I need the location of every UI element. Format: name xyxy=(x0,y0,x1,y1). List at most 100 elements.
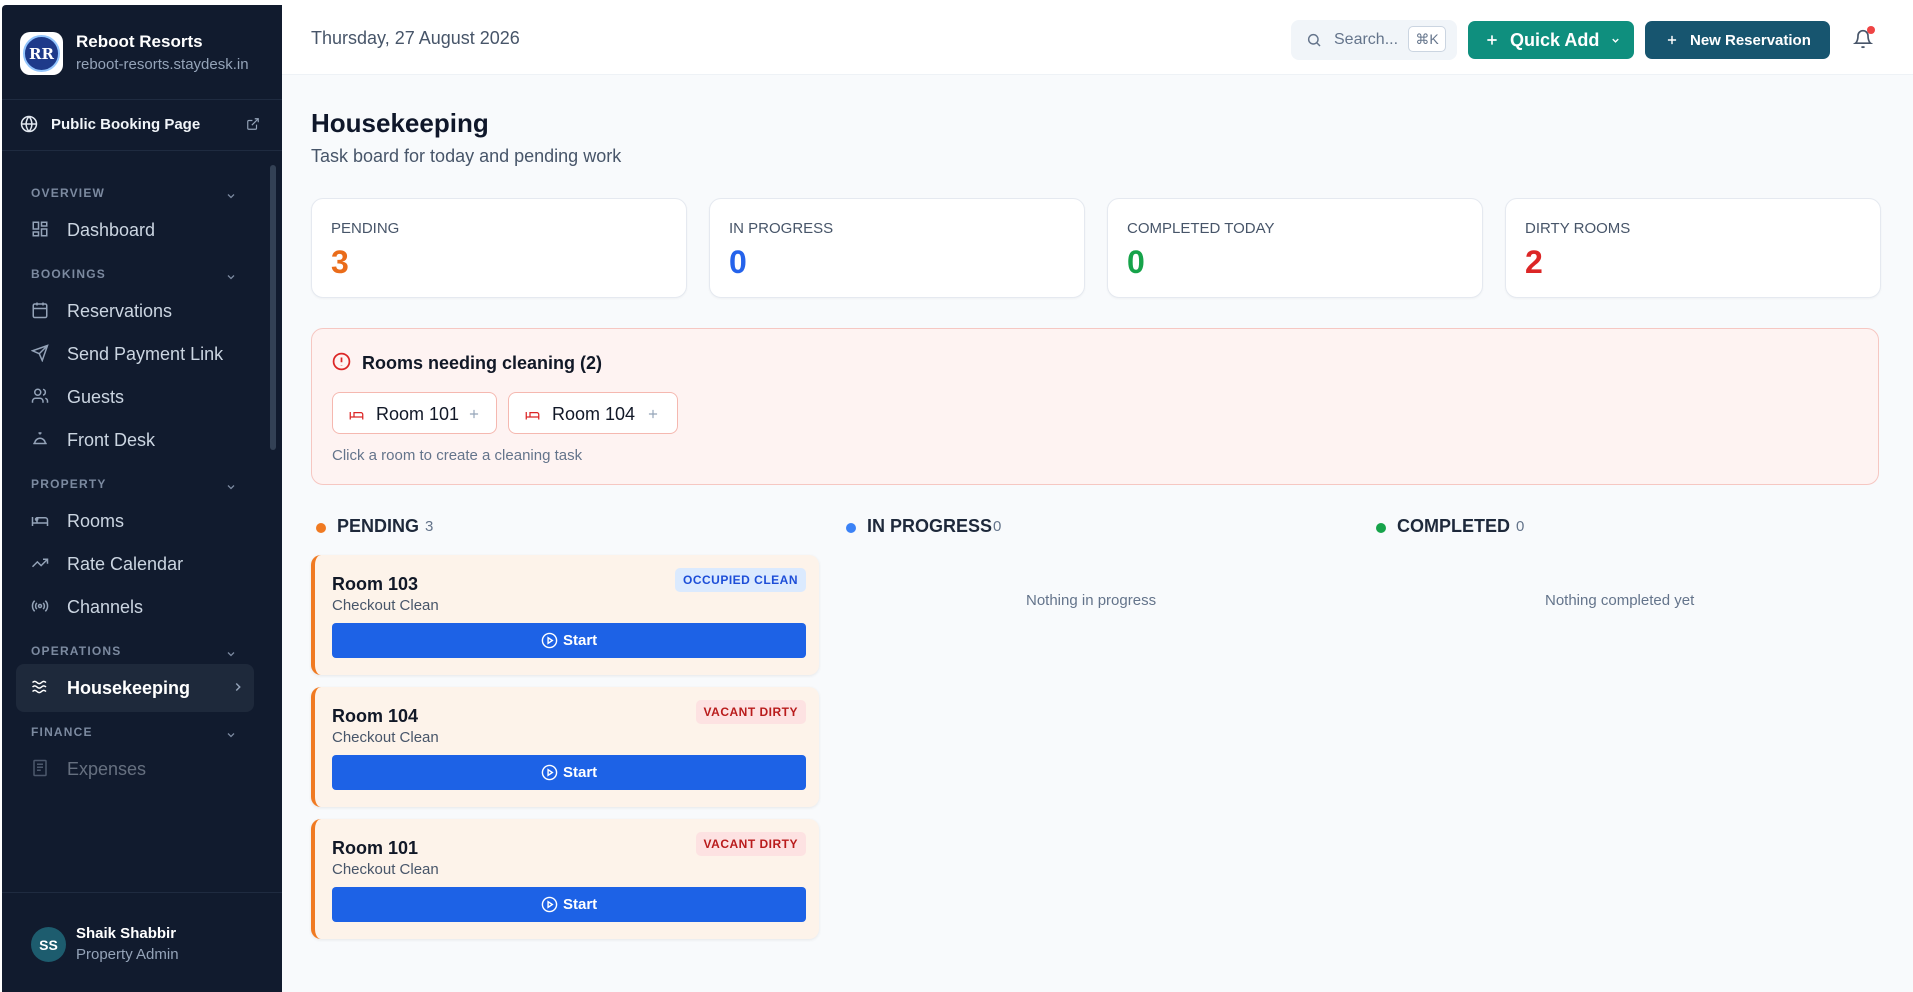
dashboard-icon xyxy=(32,221,48,237)
page-subtitle: Task board for today and pending work xyxy=(311,146,622,166)
top-bar: Thursday, 27 August 2026 Search... ⌘K Qu… xyxy=(282,5,1913,75)
plus-icon xyxy=(1487,35,1497,45)
search-icon xyxy=(1307,33,1321,47)
sidebar-item-label: Rate Calendar xyxy=(67,554,184,574)
sidebar-item-channels[interactable]: Channels xyxy=(16,583,254,631)
task-room: Room 101 xyxy=(332,838,419,858)
external-link-icon[interactable] xyxy=(246,117,260,131)
room-chip-label: Room 104 xyxy=(552,404,636,424)
sidebar-item-label: Front Desk xyxy=(67,430,156,450)
chevron-down-icon[interactable] xyxy=(225,729,237,741)
page-title: Housekeeping xyxy=(311,108,489,138)
trending-up-icon xyxy=(31,558,49,568)
bed-icon xyxy=(349,412,364,420)
plus-icon xyxy=(648,409,658,419)
quick-add-label: Quick Add xyxy=(1510,30,1600,50)
radio-waves-icon xyxy=(31,600,49,612)
search-placeholder: Search... xyxy=(1334,31,1399,48)
start-button[interactable]: Start xyxy=(332,623,806,658)
stat-label: DIRTY ROOMS xyxy=(1525,220,1631,237)
stat-label: COMPLETED TODAY xyxy=(1127,220,1275,237)
task-room: Room 104 xyxy=(332,706,419,726)
sidebar: RR Reboot Resorts reboot-resorts.staydes… xyxy=(2,5,282,992)
play-circle-icon xyxy=(541,764,558,781)
task-card[interactable]: Room 101 Checkout Clean VACANT DIRTY Sta… xyxy=(311,819,819,939)
alert-title: Rooms needing cleaning (2) xyxy=(362,353,603,373)
sidebar-item-rate-calendar[interactable]: Rate Calendar xyxy=(16,540,254,588)
sidebar-item-reservations[interactable]: Reservations xyxy=(16,287,254,335)
users-icon xyxy=(31,388,49,403)
bed-icon xyxy=(31,517,49,526)
sidebar-item-expenses[interactable]: Expenses xyxy=(16,745,254,793)
task-card[interactable]: Room 104 Checkout Clean VACANT DIRTY Sta… xyxy=(311,687,819,807)
receipt-icon xyxy=(33,759,47,777)
current-date: Thursday, 27 August 2026 xyxy=(311,28,520,48)
column-header-in-progress: IN PROGRESS 0 xyxy=(846,514,1346,544)
stat-card-pending: PENDING 3 xyxy=(311,198,687,298)
public-booking-label: Public Booking Page xyxy=(51,116,201,133)
section-operations[interactable]: OPERATIONS xyxy=(31,644,121,658)
column-title: IN PROGRESS xyxy=(867,516,993,536)
section-finance[interactable]: FINANCE xyxy=(31,725,93,739)
logo-monogram: RR xyxy=(23,35,60,72)
brand-header[interactable]: RR Reboot Resorts reboot-resorts.staydes… xyxy=(2,5,282,100)
sidebar-item-guests[interactable]: Guests xyxy=(16,373,254,421)
start-button[interactable]: Start xyxy=(332,755,806,790)
sidebar-item-label: Guests xyxy=(67,387,125,407)
task-card[interactable]: Room 103 Checkout Clean OCCUPIED CLEAN S… xyxy=(311,555,819,675)
search-shortcut: ⌘K xyxy=(1408,26,1446,52)
sidebar-item-housekeeping[interactable]: Housekeeping xyxy=(16,664,254,712)
stat-value: 0 xyxy=(729,244,747,280)
column-header-pending: PENDING 3 xyxy=(316,514,816,544)
room-chip-104[interactable]: Room 104 xyxy=(508,392,678,434)
chevron-down-icon[interactable] xyxy=(225,648,237,660)
status-badge: VACANT DIRTY xyxy=(695,832,806,856)
column-header-completed: COMPLETED 0 xyxy=(1376,514,1876,544)
task-type: Checkout Clean xyxy=(332,861,439,878)
user-profile[interactable]: SS Shaik Shabbir Property Admin xyxy=(2,892,282,992)
section-overview[interactable]: OVERVIEW xyxy=(31,186,105,200)
empty-in-progress: Nothing in progress xyxy=(1026,592,1157,609)
room-chip-101[interactable]: Room 101 xyxy=(332,392,497,434)
section-bookings[interactable]: BOOKINGS xyxy=(31,267,106,281)
start-label: Start xyxy=(563,764,598,781)
sidebar-scrollbar[interactable] xyxy=(270,165,276,450)
sidebar-item-label: Expenses xyxy=(67,759,147,779)
chevron-right-icon xyxy=(235,682,241,692)
brand-domain: reboot-resorts.staydesk.in xyxy=(76,56,249,73)
status-dot xyxy=(316,523,326,533)
task-type: Checkout Clean xyxy=(332,729,439,746)
chevron-down-icon[interactable] xyxy=(225,271,237,283)
section-property[interactable]: PROPERTY xyxy=(31,477,107,491)
public-booking-link[interactable]: Public Booking Page xyxy=(2,101,282,151)
sidebar-nav: OVERVIEW Dashboard BOOKINGS Reservations… xyxy=(2,152,282,890)
status-badge: VACANT DIRTY xyxy=(695,700,806,724)
search-input[interactable]: Search... ⌘K xyxy=(1291,20,1457,60)
avatar: SS xyxy=(31,927,66,962)
sidebar-item-dashboard[interactable]: Dashboard xyxy=(16,206,254,254)
stat-label: PENDING xyxy=(331,220,400,237)
user-role: Property Admin xyxy=(76,946,179,963)
play-circle-icon xyxy=(541,896,558,913)
sidebar-item-front-desk[interactable]: Front Desk xyxy=(16,416,254,464)
sidebar-item-label: Send Payment Link xyxy=(67,344,224,364)
sidebar-item-rooms[interactable]: Rooms xyxy=(16,497,254,545)
start-label: Start xyxy=(563,632,598,649)
quick-add-button[interactable]: Quick Add xyxy=(1468,21,1634,59)
column-count: 3 xyxy=(425,518,434,535)
chevron-down-icon[interactable] xyxy=(225,481,237,493)
sidebar-item-label: Reservations xyxy=(67,301,173,321)
calendar-icon xyxy=(32,302,48,319)
start-button[interactable]: Start xyxy=(332,887,806,922)
sidebar-item-label: Housekeeping xyxy=(67,678,191,698)
chevron-down-icon[interactable] xyxy=(225,190,237,202)
room-chip-label: Room 101 xyxy=(376,404,460,424)
rooms-needing-cleaning-panel: Rooms needing cleaning (2) Room 101 Room… xyxy=(311,328,1879,485)
alert-hint: Click a room to create a cleaning task xyxy=(332,447,583,464)
column-count: 0 xyxy=(1516,518,1525,535)
sidebar-item-send-payment-link[interactable]: Send Payment Link xyxy=(16,330,254,378)
empty-completed: Nothing completed yet xyxy=(1545,592,1695,609)
stat-card-in-progress: IN PROGRESS 0 xyxy=(709,198,1085,298)
new-reservation-button[interactable]: New Reservation xyxy=(1645,21,1830,59)
plus-icon xyxy=(1667,35,1677,45)
